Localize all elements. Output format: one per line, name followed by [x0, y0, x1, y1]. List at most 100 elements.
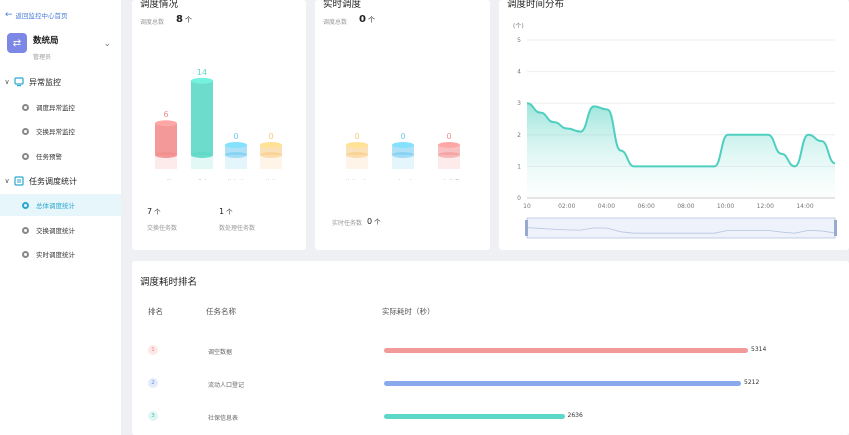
- menu-item-label: 交换异常监控: [36, 128, 75, 136]
- duration-bar: [384, 414, 565, 419]
- overview-cylinder: [260, 142, 282, 169]
- menu-item-exchange-exception[interactable]: 交换异常监控: [0, 120, 121, 142]
- y-tick-label: 5: [517, 37, 521, 44]
- zoom-slider[interactable]: [526, 217, 836, 239]
- x-tick-label: 10:00: [717, 203, 734, 210]
- realtime-total: 0个: [359, 14, 375, 25]
- duration-value: 5212: [744, 379, 760, 386]
- x-tick-label: 10: [523, 203, 531, 210]
- realtime-cylinder: [438, 142, 460, 169]
- rank-badge: 2: [148, 378, 158, 388]
- distribution-card: 调度时间分布 (个) 0 1 2 3 4 5 10 02:00 04:00 06:00 08:00 10…: [499, 0, 849, 250]
- circle-icon: [22, 103, 29, 111]
- realtime-value: 0: [446, 132, 451, 141]
- menu-item-overall-stats[interactable]: 总体调度统计: [0, 194, 121, 216]
- org-name: 数统局: [33, 36, 59, 46]
- sidebar: ← 返回监控中心首页 ⇄ 数统局 管理员 ⌄ ∨ 异常监控 调度异常监控 交换异…: [0, 0, 121, 435]
- realtime-label: 正在运行: [391, 179, 415, 180]
- overview-cylinder: [155, 120, 177, 169]
- menu-item-label: 实时调度统计: [36, 251, 75, 259]
- rank-badge: 1: [148, 345, 158, 355]
- x-tick-label: 06:00: [637, 203, 654, 210]
- y-tick-label: 1: [517, 163, 521, 170]
- ranking-header-rank: 排名: [148, 307, 163, 316]
- overview-label: 等待: [265, 179, 277, 180]
- rank-task-name: 调空数据: [208, 349, 233, 356]
- list-icon: [14, 176, 24, 186]
- menu-item-realtime-stats[interactable]: 实时调度统计: [0, 243, 121, 265]
- y-axis-unit: (个): [513, 23, 524, 30]
- overview-cylinder: [191, 77, 213, 169]
- circle-icon: [22, 250, 29, 258]
- menu-item-dispatch-exception[interactable]: 调度异常监控: [0, 96, 121, 118]
- y-tick-label: 0: [517, 195, 521, 202]
- menu-group-label: 任务调度统计: [29, 176, 77, 186]
- menu-item-label: 交换调度统计: [36, 227, 75, 235]
- chevron-down-icon: ⌄: [103, 39, 111, 49]
- chevron-down-icon: ∨: [4, 78, 10, 86]
- overview-label: 成功: [196, 179, 208, 180]
- realtime-task-label: 实时任务数: [332, 220, 363, 227]
- area-fill: [527, 103, 835, 198]
- overview-total: 8个: [176, 14, 192, 25]
- duration-bar: [384, 381, 741, 386]
- slider-handle-right[interactable]: [834, 220, 837, 236]
- overview-label: 异常: [160, 179, 172, 180]
- menu-group-task-dispatch-stats[interactable]: ∨ 任务调度统计: [0, 171, 121, 191]
- realtime-cylinder: [346, 142, 368, 169]
- ranking-header-task: 任务名称: [206, 307, 236, 316]
- menu-item-task-warning[interactable]: 任务预警: [0, 145, 121, 167]
- back-link-label: 返回监控中心首页: [15, 12, 68, 20]
- duration-value: 5314: [751, 346, 767, 353]
- menu-item-exchange-stats[interactable]: 交换调度统计: [0, 219, 121, 241]
- circle-icon: [22, 152, 29, 160]
- realtime-label: 等待运行: [345, 179, 369, 180]
- realtime-task-count: 0个: [367, 217, 381, 226]
- circle-icon: [22, 226, 29, 234]
- realtime-total-label: 调度总数: [323, 19, 348, 26]
- menu-item-label: 任务预警: [36, 153, 62, 161]
- realtime-title: 实时调度: [323, 0, 362, 10]
- rank-task-name: 流动人口登记: [208, 382, 245, 389]
- monitor-icon: [14, 77, 24, 87]
- x-tick-label: 14:00: [796, 203, 813, 210]
- realtime-card: 实时调度 调度总数 0个 0 等待运行 0 正在运行 0 运行失败 实时任务数 0个: [315, 0, 490, 250]
- swap-icon: ⇄: [7, 33, 27, 53]
- menu-group-exception-monitor[interactable]: ∨ 异常监控: [0, 72, 121, 92]
- org-switcher[interactable]: ⇄ 数统局 管理员 ⌄: [7, 33, 115, 63]
- overview-label: 执行中: [227, 179, 245, 180]
- menu-group-label: 异常监控: [29, 77, 61, 87]
- stat-exchange-tasks: 7个: [147, 207, 161, 216]
- menu-item-label: 总体调度统计: [36, 202, 75, 210]
- circle-icon: [22, 201, 29, 209]
- rank-task-name: 社保信息表: [208, 415, 239, 422]
- stat-processing-tasks-label: 数处理任务数: [219, 225, 256, 232]
- chevron-down-icon: ∨: [4, 177, 10, 185]
- y-tick-label: 2: [517, 132, 521, 139]
- x-tick-label: 12:00: [757, 203, 774, 210]
- back-to-monitor-link[interactable]: ← 返回监控中心首页: [5, 10, 68, 20]
- realtime-cylinder-chart: 0 等待运行 0 正在运行 0 运行失败: [345, 132, 461, 180]
- y-tick-label: 4: [517, 69, 521, 76]
- circle-icon: [22, 127, 29, 135]
- duration-bar: [384, 348, 748, 353]
- org-role: 管理员: [33, 54, 52, 61]
- overview-cylinder-chart: 6 异常 14 成功 0 执行中 0 等待: [155, 68, 282, 180]
- slider-handle-left[interactable]: [525, 220, 528, 236]
- arrow-left-icon: ←: [5, 9, 13, 20]
- realtime-cylinder: [392, 142, 414, 169]
- overview-value: 0: [233, 132, 238, 141]
- stat-processing-tasks: 1个: [219, 207, 233, 216]
- time-distribution-chart: (个) 0 1 2 3 4 5 10 02:00 04:00 06:00 08:00 10:00 12:0…: [513, 23, 837, 239]
- menu-item-label: 调度异常监控: [36, 104, 75, 112]
- x-tick-label: 02:00: [558, 203, 575, 210]
- ranking-header-duration: 实际耗时（秒）: [382, 307, 435, 316]
- overview-cylinder: [225, 142, 247, 169]
- overview-total-label: 调度总数: [140, 19, 165, 26]
- overview-title: 调度情况: [140, 0, 179, 10]
- x-tick-label: 08:00: [677, 203, 694, 210]
- y-tick-label: 3: [517, 100, 521, 107]
- overview-value: 6: [163, 110, 168, 119]
- realtime-value: 0: [400, 132, 405, 141]
- duration-value: 2636: [567, 412, 583, 419]
